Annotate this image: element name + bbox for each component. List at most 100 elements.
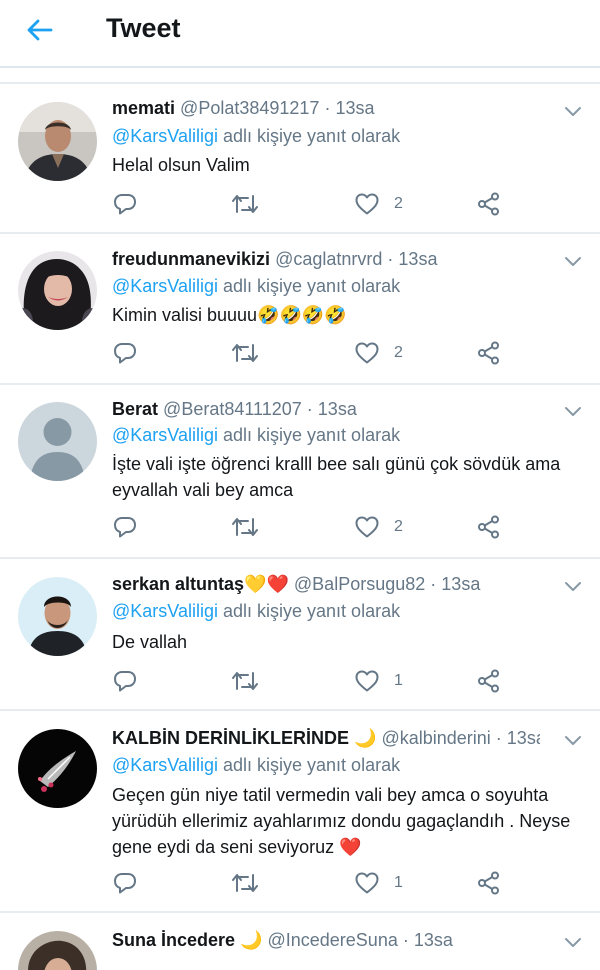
user-handle[interactable]: @BalPorsugu82 [294,574,425,594]
tweet-actions: 2 [112,189,512,219]
mention-link[interactable]: @KarsValiligi [112,755,218,775]
tweet-header: Suna İncedere 🌙 @IncedereSuna · 13sa [112,930,540,951]
like-count: 2 [394,195,403,212]
retweet-icon [232,195,258,213]
retweet-button[interactable] [230,666,260,696]
like-button[interactable]: 1 [354,868,403,898]
chevron-down-icon[interactable] [562,729,584,751]
user-name[interactable]: KALBİN DERİNLİKLERİNDE 🌙 [112,728,376,748]
avatar[interactable] [18,931,97,970]
retweet-button[interactable] [230,868,260,898]
back-button[interactable] [22,12,58,48]
tweet-time[interactable]: 13sa [335,98,374,118]
user-name[interactable]: Berat [112,399,158,419]
tweet-row[interactable]: freudunmanevikizi @caglatnrvrd · 13sa @K… [0,234,600,383]
share-button[interactable] [476,666,502,696]
like-count: 2 [394,344,403,361]
share-button[interactable] [476,338,502,368]
reply-context: @KarsValiligi adlı kişiye yanıt olarak [112,276,400,297]
user-handle[interactable]: @kalbinderini [381,728,490,748]
user-handle[interactable]: @Polat38491217 [180,98,319,118]
reply-context-label: adlı kişiye yanıt olarak [223,755,401,775]
reply-button[interactable] [112,868,138,898]
user-name[interactable]: Suna İncedere 🌙 [112,930,262,950]
reply-icon [114,671,136,692]
avatar[interactable] [18,251,97,330]
like-count: 1 [394,874,403,891]
avatar[interactable] [18,577,97,656]
tweet-row[interactable]: Suna İncedere 🌙 @IncedereSuna · 13sa [0,913,600,970]
tweet-time[interactable]: 13sa [318,399,357,419]
retweet-icon [232,874,258,892]
like-button[interactable]: 1 [354,666,403,696]
reply-icon [114,517,136,538]
tweet-header: KALBİN DERİNLİKLERİNDE 🌙 @kalbinderini ·… [112,728,540,749]
retweet-icon [232,344,258,362]
reply-button[interactable] [112,512,138,542]
like-icon [355,670,379,692]
chevron-down-icon[interactable] [562,400,584,422]
chevron-down-icon[interactable] [562,575,584,597]
like-button[interactable]: 2 [354,512,403,542]
mention-link[interactable]: @KarsValiligi [112,601,218,621]
like-icon [355,193,379,215]
user-handle[interactable]: @caglatnrvrd [275,249,382,269]
share-button[interactable] [476,868,502,898]
user-handle[interactable]: @IncedereSuna [267,930,397,950]
user-name[interactable]: freudunmanevikizi [112,249,270,269]
tweet-row[interactable]: Berat @Berat84111207 · 13sa @KarsValilig… [0,385,600,557]
tweet-header: memati @Polat38491217 · 13sa [112,98,540,119]
retweet-button[interactable] [230,512,260,542]
reply-context-label: adlı kişiye yanıt olarak [223,126,401,146]
tweet-row[interactable]: KALBİN DERİNLİKLERİNDE 🌙 @kalbinderini ·… [0,711,600,911]
tweet-header: Berat @Berat84111207 · 13sa [112,399,540,420]
chevron-down-icon[interactable] [562,250,584,272]
user-name[interactable]: serkan altuntaş💛❤️ [112,574,289,594]
reply-context-label: adlı kişiye yanıt olarak [223,601,401,621]
top-bar: Tweet [0,0,600,60]
reply-context: @KarsValiligi adlı kişiye yanıt olarak [112,601,400,622]
user-handle[interactable]: @Berat84111207 [163,399,302,419]
share-icon [478,192,499,216]
reply-icon [114,194,136,215]
tweet-time[interactable]: 13sa [441,574,480,594]
mention-link[interactable]: @KarsValiligi [112,425,218,445]
tweet-text: İşte vali işte öğrenci kralll bee salı g… [112,454,561,500]
tweet-time[interactable]: 13sa [507,728,540,748]
mention-link[interactable]: @KarsValiligi [112,126,218,146]
reply-icon [114,873,136,894]
reply-button[interactable] [112,338,138,368]
share-button[interactable] [476,189,502,219]
retweet-button[interactable] [230,338,260,368]
tweet-text: De vallah [112,632,188,652]
avatar[interactable] [18,402,97,481]
chevron-down-icon[interactable] [562,100,584,122]
separator-dot: · [387,249,394,269]
share-button[interactable] [476,512,502,542]
tweet-row[interactable]: serkan altuntaş💛❤️ @BalPorsugu82 · 13sa … [0,559,600,709]
like-count: 1 [394,672,403,689]
tweet-actions: 2 [112,338,512,368]
chevron-down-icon[interactable] [562,931,584,953]
retweet-button[interactable] [230,189,260,219]
tweet-header: serkan altuntaş💛❤️ @BalPorsugu82 · 13sa [112,574,540,595]
mention-link[interactable]: @KarsValiligi [112,276,218,296]
reply-icon [114,343,136,364]
reply-button[interactable] [112,666,138,696]
tweet-time[interactable]: 13sa [398,249,437,269]
avatar[interactable] [18,729,97,808]
like-button[interactable]: 2 [354,338,403,368]
reply-context: @KarsValiligi adlı kişiye yanıt olarak [112,425,400,446]
separator-dot: · [430,574,437,594]
reply-button[interactable] [112,189,138,219]
tweet-row[interactable]: memati @Polat38491217 · 13sa @KarsValili… [0,84,600,232]
reply-context-label: adlı kişiye yanıt olarak [223,425,401,445]
reply-context-label: adlı kişiye yanıt olarak [223,276,401,296]
user-name[interactable]: memati [112,98,175,118]
back-arrow-icon [27,19,53,41]
avatar[interactable] [18,102,97,181]
tweet-header: freudunmanevikizi @caglatnrvrd · 13sa [112,249,540,270]
like-button[interactable]: 2 [354,189,403,219]
tweet-text: Geçen gün niye tatil vermedin vali bey a… [112,785,571,857]
tweet-time[interactable]: 13sa [414,930,453,950]
